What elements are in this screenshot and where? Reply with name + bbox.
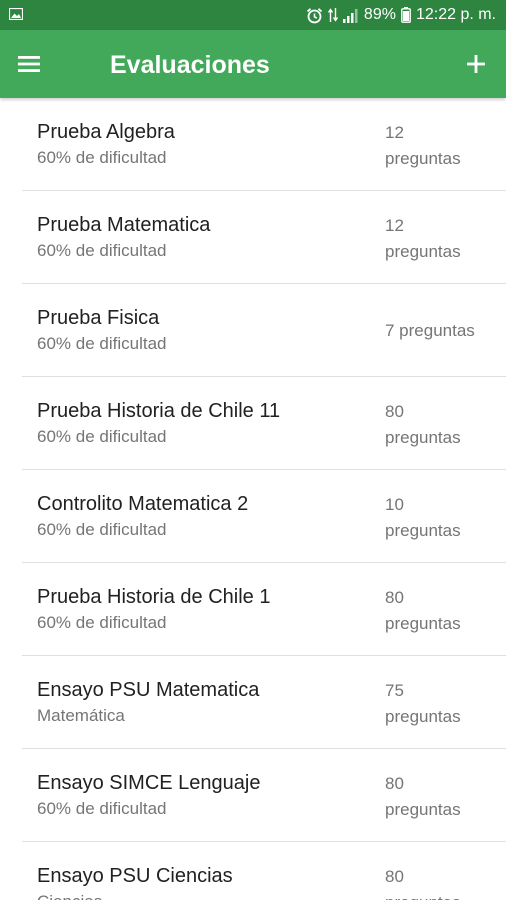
evaluation-subject: Matemática: [37, 706, 125, 725]
evaluation-title: Prueba Historia de Chile 1: [37, 586, 271, 608]
evaluation-difficulty: 60% de dificultad: [37, 799, 167, 818]
question-count-number: 80: [385, 774, 404, 793]
question-count: 80 preguntas: [385, 864, 495, 900]
question-count: 75 preguntas: [385, 678, 495, 730]
status-time: 12:22 p. m.: [415, 6, 496, 23]
evaluation-difficulty: 60% de dificultad: [37, 427, 167, 446]
question-count-number: 12: [385, 123, 404, 142]
evaluation-title: Prueba Fisica: [37, 307, 160, 329]
evaluation-difficulty: 60% de dificultad: [37, 334, 167, 353]
page-title: Evaluaciones: [110, 51, 270, 79]
list-item[interactable]: Prueba Algebra 60% de dificultad 12 pregu…: [22, 98, 506, 191]
question-count-unit: preguntas: [385, 707, 461, 726]
cell-signal-icon: [342, 8, 358, 23]
question-count-unit: preguntas: [385, 614, 461, 633]
evaluation-title: Ensayo SIMCE Lenguaje: [37, 772, 261, 794]
battery-percent: 89%: [363, 6, 396, 23]
evaluation-title: Prueba Matematica: [37, 214, 211, 236]
list-item[interactable]: Prueba Historia de Chile 1 60% de dificu…: [22, 563, 506, 656]
status-icons: 89% 12:22 p. m.: [306, 0, 496, 30]
question-count-unit: preguntas: [385, 893, 461, 900]
question-count-unit: preguntas: [385, 521, 461, 540]
list-item[interactable]: Ensayo PSU Matematica Matemática 75 pregu…: [22, 656, 506, 749]
list-item[interactable]: Ensayo SIMCE Lenguaje 60% de dificultad …: [22, 749, 506, 842]
image-notification-icon: [9, 8, 23, 20]
evaluation-difficulty: 60% de dificultad: [37, 241, 167, 260]
question-count-number: 7 preguntas: [385, 321, 475, 340]
list-item[interactable]: Prueba Matematica 60% de dificultad 12 pr…: [22, 191, 506, 284]
alarm-icon: [306, 7, 323, 23]
evaluations-list: Prueba Algebra 60% de dificultad 12 pregu…: [0, 98, 506, 900]
question-count-number: 80: [385, 867, 404, 886]
question-count-unit: preguntas: [385, 149, 461, 168]
question-count: 80 preguntas: [385, 399, 495, 451]
question-count: 80 preguntas: [385, 771, 495, 823]
question-count: 12 preguntas: [385, 120, 495, 172]
evaluation-difficulty: 60% de dificultad: [37, 148, 167, 167]
plus-icon: [467, 55, 485, 73]
question-count-number: 10: [385, 495, 404, 514]
hamburger-menu-icon: [18, 56, 40, 72]
evaluation-subject: Ciencias: [37, 892, 102, 900]
list-item[interactable]: Prueba Fisica 60% de dificultad 7 pregun…: [22, 284, 506, 377]
status-bar: 89% 12:22 p. m.: [0, 0, 506, 30]
question-count-unit: preguntas: [385, 242, 461, 261]
evaluation-title: Prueba Algebra: [37, 121, 175, 143]
list-item[interactable]: Prueba Historia de Chile 11 60% de dific…: [22, 377, 506, 470]
add-evaluation-button[interactable]: [464, 52, 488, 76]
question-count-number: 75: [385, 681, 404, 700]
question-count: 7 preguntas: [385, 318, 495, 344]
question-count-number: 80: [385, 402, 404, 421]
battery-icon: [401, 7, 411, 23]
question-count: 80 preguntas: [385, 585, 495, 637]
evaluation-title: Controlito Matematica 2: [37, 493, 249, 515]
question-count-number: 12: [385, 216, 404, 235]
evaluation-title: Prueba Historia de Chile 11: [37, 400, 281, 422]
app-bar: Evaluaciones: [0, 30, 506, 98]
evaluation-difficulty: 60% de dificultad: [37, 613, 167, 632]
evaluation-title: Ensayo PSU Matematica: [37, 679, 260, 701]
evaluation-difficulty: 60% de dificultad: [37, 520, 167, 539]
data-signal-icon: [327, 8, 338, 22]
question-count: 10 preguntas: [385, 492, 495, 544]
question-count-unit: preguntas: [385, 428, 461, 447]
question-count: 12 preguntas: [385, 213, 495, 265]
list-item[interactable]: Ensayo PSU Ciencias Ciencias 80 preguntas: [22, 842, 506, 900]
menu-button[interactable]: [17, 53, 43, 75]
evaluation-title: Ensayo PSU Ciencias: [37, 865, 233, 887]
question-count-unit: preguntas: [385, 800, 461, 819]
question-count-number: 80: [385, 588, 404, 607]
list-item[interactable]: Controlito Matematica 2 60% de dificulta…: [22, 470, 506, 563]
